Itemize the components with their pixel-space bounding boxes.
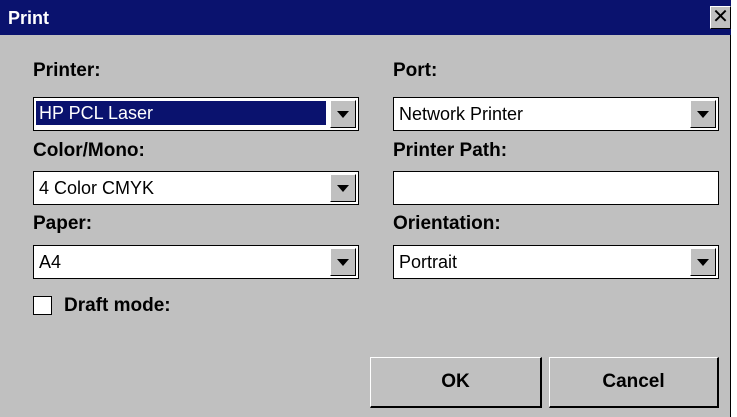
chevron-down-icon — [337, 111, 349, 118]
chevron-down-icon — [337, 259, 349, 266]
orientation-dropdown[interactable]: Portrait — [393, 245, 719, 279]
color-mono-dropdown[interactable]: 4 Color CMYK — [33, 171, 359, 205]
chevron-down-icon — [697, 111, 709, 118]
printer-label: Printer: — [33, 60, 101, 81]
printer-dropdown[interactable]: HP PCL Laser — [33, 97, 359, 131]
close-button[interactable]: ✕ — [710, 6, 731, 29]
paper-dropdown-button[interactable] — [330, 248, 356, 276]
paper-dropdown[interactable]: A4 — [33, 245, 359, 279]
chevron-down-icon — [337, 185, 349, 192]
print-dialog: Print ✕ Printer: HP PCL Laser Port: Netw… — [0, 0, 731, 417]
printer-value: HP PCL Laser — [36, 101, 326, 125]
port-dropdown-button[interactable] — [690, 100, 716, 128]
title-bar[interactable]: Print ✕ — [0, 0, 731, 35]
close-icon: ✕ — [712, 6, 729, 28]
chevron-down-icon — [697, 259, 709, 266]
paper-label: Paper: — [33, 213, 93, 234]
color-mono-dropdown-button[interactable] — [330, 174, 356, 202]
printer-path-input[interactable] — [393, 171, 719, 205]
draft-mode-checkbox[interactable] — [33, 296, 52, 315]
ok-button[interactable]: OK — [370, 357, 542, 408]
printer-path-label: Printer Path: — [393, 140, 508, 161]
port-value: Network Printer — [399, 104, 524, 124]
draft-mode-label[interactable]: Draft mode: — [64, 295, 171, 317]
dialog-title: Print — [8, 8, 50, 28]
color-mono-value: 4 Color CMYK — [39, 178, 155, 198]
cancel-button[interactable]: Cancel — [549, 357, 719, 408]
orientation-label: Orientation: — [393, 213, 501, 234]
color-mono-label: Color/Mono: — [33, 140, 145, 161]
orientation-value: Portrait — [399, 252, 458, 272]
printer-dropdown-button[interactable] — [330, 100, 356, 128]
port-label: Port: — [393, 60, 438, 81]
paper-value: A4 — [39, 252, 62, 272]
orientation-dropdown-button[interactable] — [690, 248, 716, 276]
port-dropdown[interactable]: Network Printer — [393, 97, 719, 131]
